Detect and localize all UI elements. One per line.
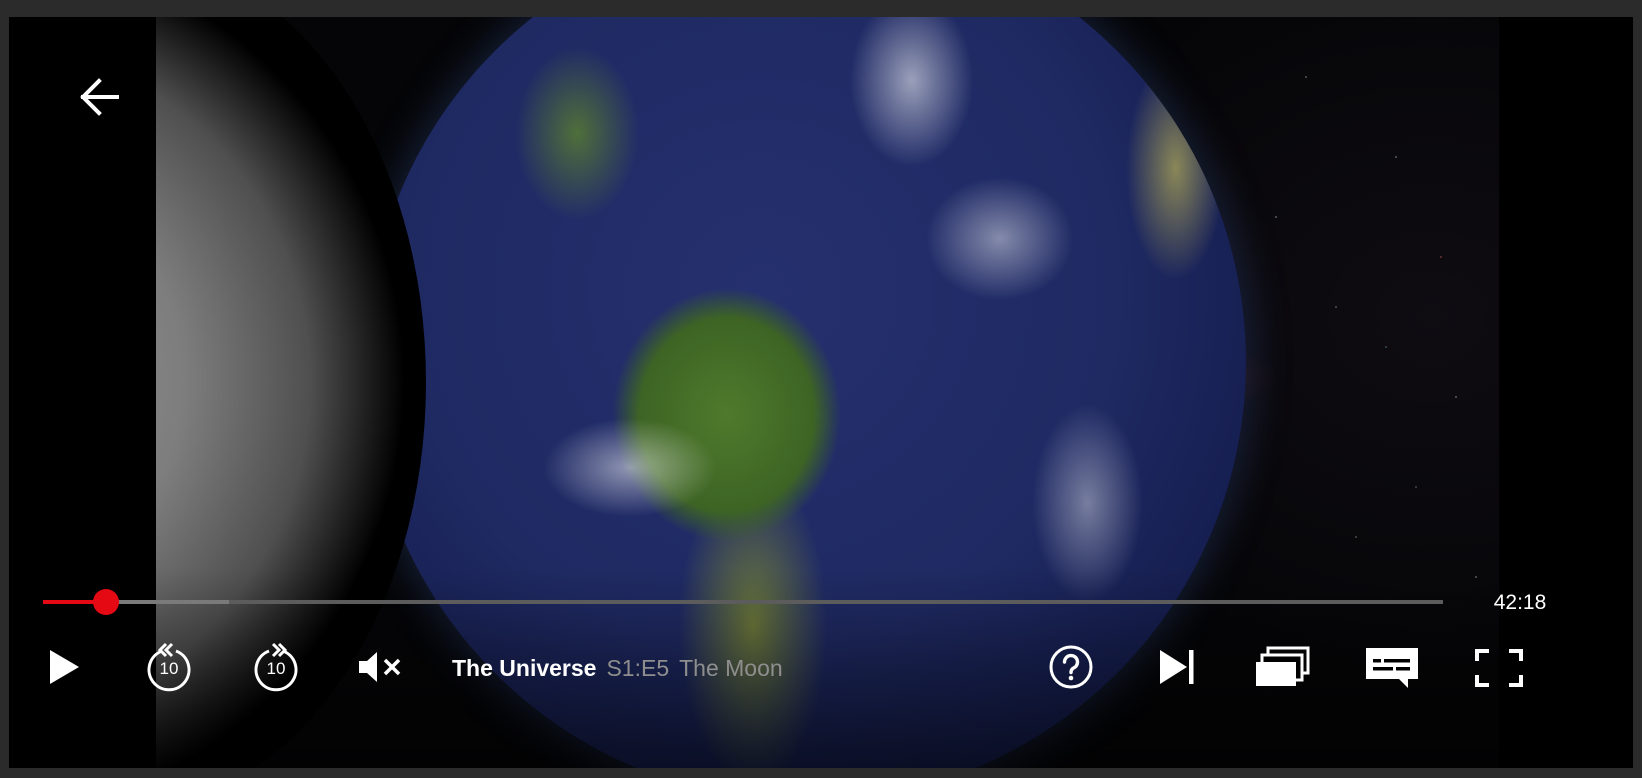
video-player[interactable]: 42:18 10 10 The Universe S1:E5 The Moon	[9, 17, 1633, 768]
fullscreen-button[interactable]	[1472, 642, 1526, 694]
forward-10-icon: 10	[251, 641, 301, 693]
rewind-10-button[interactable]: 10	[142, 637, 196, 697]
progress-bar[interactable]	[43, 589, 1443, 615]
rewind-seconds-label: 10	[159, 659, 179, 678]
play-icon	[46, 647, 82, 687]
arrow-left-icon	[77, 77, 121, 117]
next-episode-button[interactable]	[1152, 642, 1202, 692]
episode-title: The Moon	[679, 655, 783, 681]
show-title: The Universe	[452, 655, 597, 681]
volume-muted-icon	[357, 649, 403, 685]
forward-seconds-label: 10	[266, 659, 286, 678]
next-episode-icon	[1157, 648, 1197, 686]
control-bar: 10 10 The Universe S1:E5 The Moon	[9, 637, 1633, 697]
episode-code: S1:E5	[606, 655, 670, 681]
play-button[interactable]	[39, 642, 89, 692]
now-playing-title: The Universe S1:E5 The Moon	[452, 654, 783, 682]
forward-10-button[interactable]: 10	[249, 637, 303, 697]
progress-track	[43, 600, 1443, 604]
subtitles-button[interactable]	[1361, 640, 1423, 696]
volume-button[interactable]	[354, 642, 406, 692]
episodes-button[interactable]	[1252, 640, 1312, 694]
rewind-10-icon: 10	[144, 641, 194, 693]
help-icon	[1048, 644, 1094, 690]
fullscreen-icon	[1475, 649, 1523, 687]
time-remaining: 42:18	[1493, 591, 1547, 614]
progress-scrubber[interactable]	[93, 589, 119, 615]
episodes-icon	[1254, 646, 1310, 688]
subtitles-icon	[1364, 646, 1420, 690]
help-button[interactable]	[1044, 640, 1098, 694]
back-button[interactable]	[64, 72, 134, 122]
